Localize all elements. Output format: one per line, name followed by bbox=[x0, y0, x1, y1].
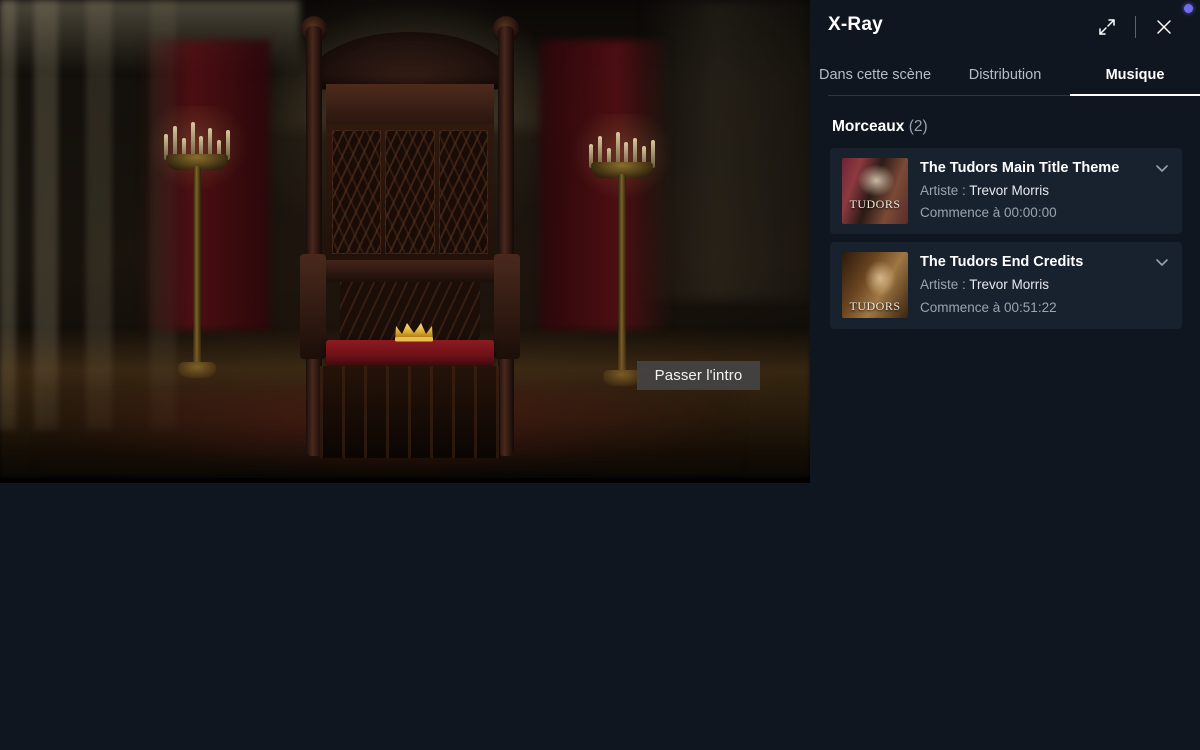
artist-name: Trevor Morris bbox=[969, 276, 1050, 292]
close-icon[interactable] bbox=[1144, 10, 1184, 44]
album-art-caption: TUDORS bbox=[849, 299, 901, 314]
album-art: TUDORS bbox=[842, 158, 908, 224]
throne-panel bbox=[385, 130, 435, 254]
xray-header-actions bbox=[1087, 10, 1184, 44]
tab-musique[interactable]: Musique bbox=[1070, 67, 1200, 96]
xray-panel: X-Ray Dans cette scène Distribution Musi… bbox=[810, 0, 1200, 750]
track-title: The Tudors Main Title Theme bbox=[920, 160, 1120, 176]
throne bbox=[300, 16, 520, 462]
track-info: The Tudors End Credits Artiste : Trevor … bbox=[920, 252, 1170, 318]
section-title-text: Morceaux bbox=[832, 118, 905, 135]
album-art-caption: TUDORS bbox=[849, 197, 901, 211]
track-info: The Tudors Main Title Theme Artiste : Tr… bbox=[920, 158, 1170, 224]
throne-back-panels bbox=[326, 124, 494, 260]
section-count: (2) bbox=[908, 118, 928, 135]
skip-intro-button[interactable]: Passer l'intro bbox=[637, 361, 760, 390]
artist-label: Artiste : bbox=[920, 276, 966, 292]
crown-icon bbox=[393, 320, 435, 342]
throne-canopy bbox=[310, 32, 510, 90]
album-art: TUDORS bbox=[842, 252, 908, 319]
throne-seat-cushion bbox=[326, 340, 494, 366]
track-artist: Artiste : Trevor Morris bbox=[920, 275, 1170, 296]
header-divider bbox=[1135, 16, 1136, 38]
track-list: TUDORS The Tudors Main Title Theme Artis… bbox=[810, 148, 1200, 329]
video-frame bbox=[0, 0, 810, 478]
track-artist: Artiste : Trevor Morris bbox=[920, 181, 1170, 202]
section-title: Morceaux (2) bbox=[832, 118, 1200, 136]
list-item[interactable]: TUDORS The Tudors Main Title Theme Artis… bbox=[830, 148, 1182, 235]
video-player[interactable]: Passer l'intro bbox=[0, 0, 810, 483]
track-start-time: Commence à 00:00:00 bbox=[920, 205, 1057, 221]
xray-header: X-Ray bbox=[810, 0, 1200, 52]
tab-distribution[interactable]: Distribution bbox=[940, 67, 1070, 96]
chevron-down-icon[interactable] bbox=[1152, 252, 1172, 272]
throne-arm-left bbox=[300, 254, 326, 359]
throne-back-upper bbox=[326, 84, 494, 124]
throne-panel bbox=[332, 130, 382, 254]
chevron-down-icon[interactable] bbox=[1152, 158, 1172, 178]
artist-label: Artiste : bbox=[920, 182, 966, 198]
throne-arm-right bbox=[494, 254, 520, 359]
list-item[interactable]: TUDORS The Tudors End Credits Artiste : … bbox=[830, 242, 1182, 329]
throne-post-right bbox=[498, 26, 514, 456]
throne-base bbox=[320, 366, 500, 458]
xray-player-screen: Passer l'intro X-Ray Dans cette scène Di… bbox=[0, 0, 1200, 750]
throne-mid-rail bbox=[326, 260, 494, 282]
xray-title: X-Ray bbox=[828, 14, 883, 35]
artist-name: Trevor Morris bbox=[969, 182, 1050, 198]
track-title: The Tudors End Credits bbox=[920, 254, 1084, 271]
throne-panel bbox=[438, 130, 488, 254]
tab-dans-cette-scene[interactable]: Dans cette scène bbox=[810, 67, 940, 96]
xray-tabs: Dans cette scène Distribution Musique bbox=[810, 52, 1200, 96]
track-start-time: Commence à 00:51:22 bbox=[920, 299, 1057, 315]
expand-diagonal-icon[interactable] bbox=[1087, 10, 1127, 44]
